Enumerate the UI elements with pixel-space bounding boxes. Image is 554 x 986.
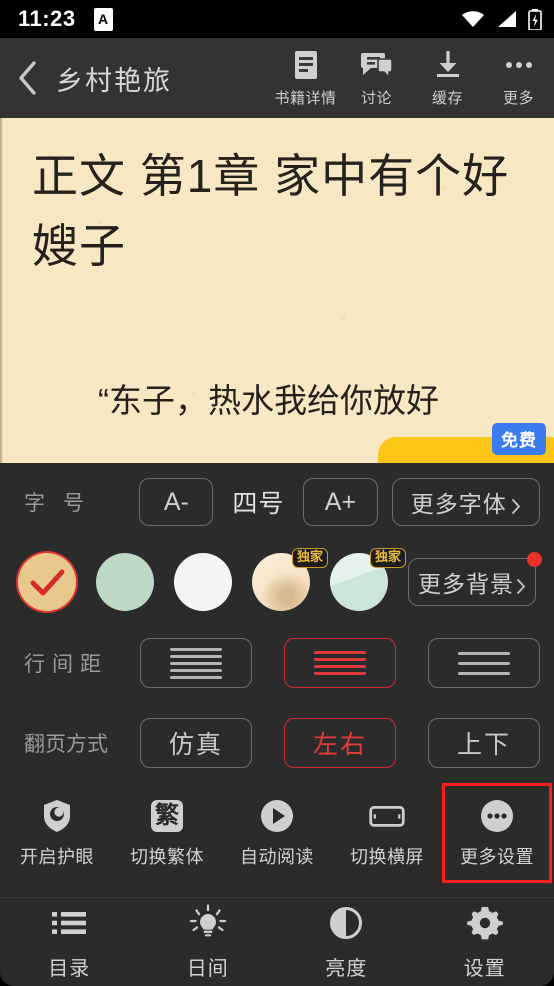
more-horizontal-icon — [504, 48, 534, 82]
nav-settings-label: 设置 — [463, 957, 506, 980]
line-spacing-medium-button[interactable] — [283, 638, 396, 688]
landscape-screen-button[interactable]: 切换横屏 — [332, 783, 442, 883]
nav-brightness-label: 亮度 — [325, 957, 368, 980]
traditional-chinese-icon: 繁 — [149, 798, 185, 834]
reader-content-area[interactable]: 正文 第1章 家中有个好嫂子 “东子，热水我给你放好 免费 — [0, 118, 554, 463]
page-turn-row: 翻页方式 仿真 左右 上下 — [0, 703, 554, 783]
book-detail-label: 书籍详情 — [274, 90, 337, 107]
font-size-label: 字号 — [24, 492, 102, 515]
back-button[interactable] — [0, 38, 54, 118]
chapter-title: 正文 第1章 家中有个好嫂子 — [32, 150, 510, 272]
notification-app-icon: A — [93, 7, 113, 31]
nav-daymode-label: 日间 — [186, 957, 229, 980]
more-label: 更多 — [502, 90, 534, 107]
eye-shield-icon — [39, 798, 75, 834]
comment-icon — [360, 48, 394, 82]
cache-label: 缓存 — [431, 90, 463, 107]
background-swatch-beige[interactable] — [18, 553, 76, 611]
more-dots-circle-icon — [479, 798, 515, 834]
line-spacing-tight-button[interactable] — [139, 638, 252, 688]
nav-settings-button[interactable]: 设置 — [416, 898, 554, 986]
auto-read-label: 自动阅读 — [240, 846, 314, 867]
nav-daymode-button[interactable]: 日间 — [139, 898, 278, 986]
background-swatch-exclusive-tan[interactable]: 独家 — [252, 548, 328, 611]
font-size-value: 四号 — [232, 490, 285, 518]
more-fonts-button[interactable]: 更多字体 — [391, 478, 540, 526]
exclusive-badge: 独家 — [369, 548, 406, 568]
more-backgrounds-button[interactable]: 更多背景 — [408, 552, 542, 606]
background-swatch-exclusive-green[interactable]: 独家 — [330, 548, 406, 611]
more-backgrounds-label: 更多背景 — [418, 571, 514, 597]
landscape-screen-label: 切换横屏 — [350, 846, 424, 867]
wifi-icon — [461, 10, 485, 28]
chevron-right-icon — [516, 574, 526, 594]
signal-icon — [496, 10, 517, 28]
traditional-chinese-label: 切换繁体 — [130, 846, 204, 867]
chevron-left-icon — [17, 61, 37, 95]
background-swatch-mint-green[interactable] — [96, 553, 154, 611]
chevron-right-icon — [511, 494, 521, 514]
font-decrease-button[interactable]: A- — [139, 478, 214, 526]
traditional-chinese-button[interactable]: 繁 切换繁体 — [112, 783, 222, 883]
list-icon — [50, 904, 88, 942]
top-bar-actions: 书籍详情 讨论 缓存 更多 — [270, 38, 554, 118]
font-increase-button[interactable]: A+ — [303, 478, 378, 526]
background-theme-row: 独家 独家 更多背景 — [0, 541, 554, 623]
eye-protection-button[interactable]: 开启护眼 — [2, 783, 112, 883]
reader-settings-panel: 字号 A- 四号 A+ 更多字体 独家 独家 更多背景 行间距 翻页方式 仿真 … — [0, 463, 554, 986]
discussion-label: 讨论 — [360, 90, 392, 107]
nav-catalog-label: 目录 — [48, 957, 91, 980]
top-app-bar: 乡村艳旅 书籍详情 讨论 缓存 更多 — [0, 38, 554, 118]
exclusive-badge: 独家 — [291, 548, 328, 568]
nav-catalog-button[interactable]: 目录 — [0, 898, 139, 986]
status-bar: 11:23 A — [0, 0, 554, 38]
nav-brightness-button[interactable]: 亮度 — [277, 898, 416, 986]
play-circle-icon — [259, 798, 295, 834]
reader-app-screen: 11:23 A 乡村艳旅 书籍详情 讨论 缓存 更多 正文 第1章 家中有个好嫂… — [0, 0, 554, 986]
traditional-glyph: 繁 — [155, 801, 179, 829]
book-detail-button[interactable]: 书籍详情 — [270, 48, 341, 108]
eye-protection-label: 开启护眼 — [20, 846, 94, 867]
gear-icon — [466, 904, 504, 942]
new-indicator-dot — [527, 552, 542, 567]
cache-button[interactable]: 缓存 — [412, 48, 483, 108]
line-spacing-label: 行间距 — [24, 653, 108, 676]
landscape-screen-icon — [369, 798, 405, 834]
line-spacing-row: 行间距 — [0, 623, 554, 703]
contrast-circle-icon — [327, 904, 365, 942]
lines-medium-icon — [313, 651, 366, 675]
battery-charging-icon — [528, 8, 542, 31]
auto-read-button[interactable]: 自动阅读 — [222, 783, 332, 883]
discussion-button[interactable]: 讨论 — [341, 48, 412, 108]
font-size-row: 字号 A- 四号 A+ 更多字体 — [0, 463, 554, 541]
status-icons — [461, 8, 542, 31]
more-settings-button[interactable]: 更多设置 — [442, 783, 552, 883]
chapter-body-text: “东子，热水我给你放好 — [98, 382, 439, 419]
book-title: 乡村艳旅 — [56, 65, 172, 96]
more-fonts-label: 更多字体 — [410, 491, 507, 517]
line-spacing-loose-button[interactable] — [427, 638, 541, 688]
check-icon — [18, 553, 76, 611]
bottom-navigation-bar: 目录 日间 亮度 设置 — [0, 897, 554, 986]
background-swatch-white[interactable] — [174, 553, 232, 611]
page-turn-horizontal-button[interactable]: 左右 — [283, 718, 396, 768]
sun-brightness-icon — [189, 903, 227, 942]
page-turn-label: 翻页方式 — [24, 733, 108, 756]
more-settings-label: 更多设置 — [460, 846, 534, 867]
lines-tight-icon — [169, 647, 222, 679]
quick-tools-row: 开启护眼 繁 切换繁体 自动阅读 切换横屏 更多设置 — [0, 783, 554, 883]
free-badge[interactable]: 免费 — [492, 423, 546, 455]
download-icon — [433, 48, 463, 82]
status-time: 11:23 — [18, 6, 76, 31]
lines-loose-icon — [458, 651, 510, 675]
more-button[interactable]: 更多 — [483, 48, 554, 108]
page-turn-vertical-button[interactable]: 上下 — [427, 718, 541, 768]
book-detail-icon — [291, 48, 321, 82]
page-turn-simulation-button[interactable]: 仿真 — [139, 718, 252, 768]
